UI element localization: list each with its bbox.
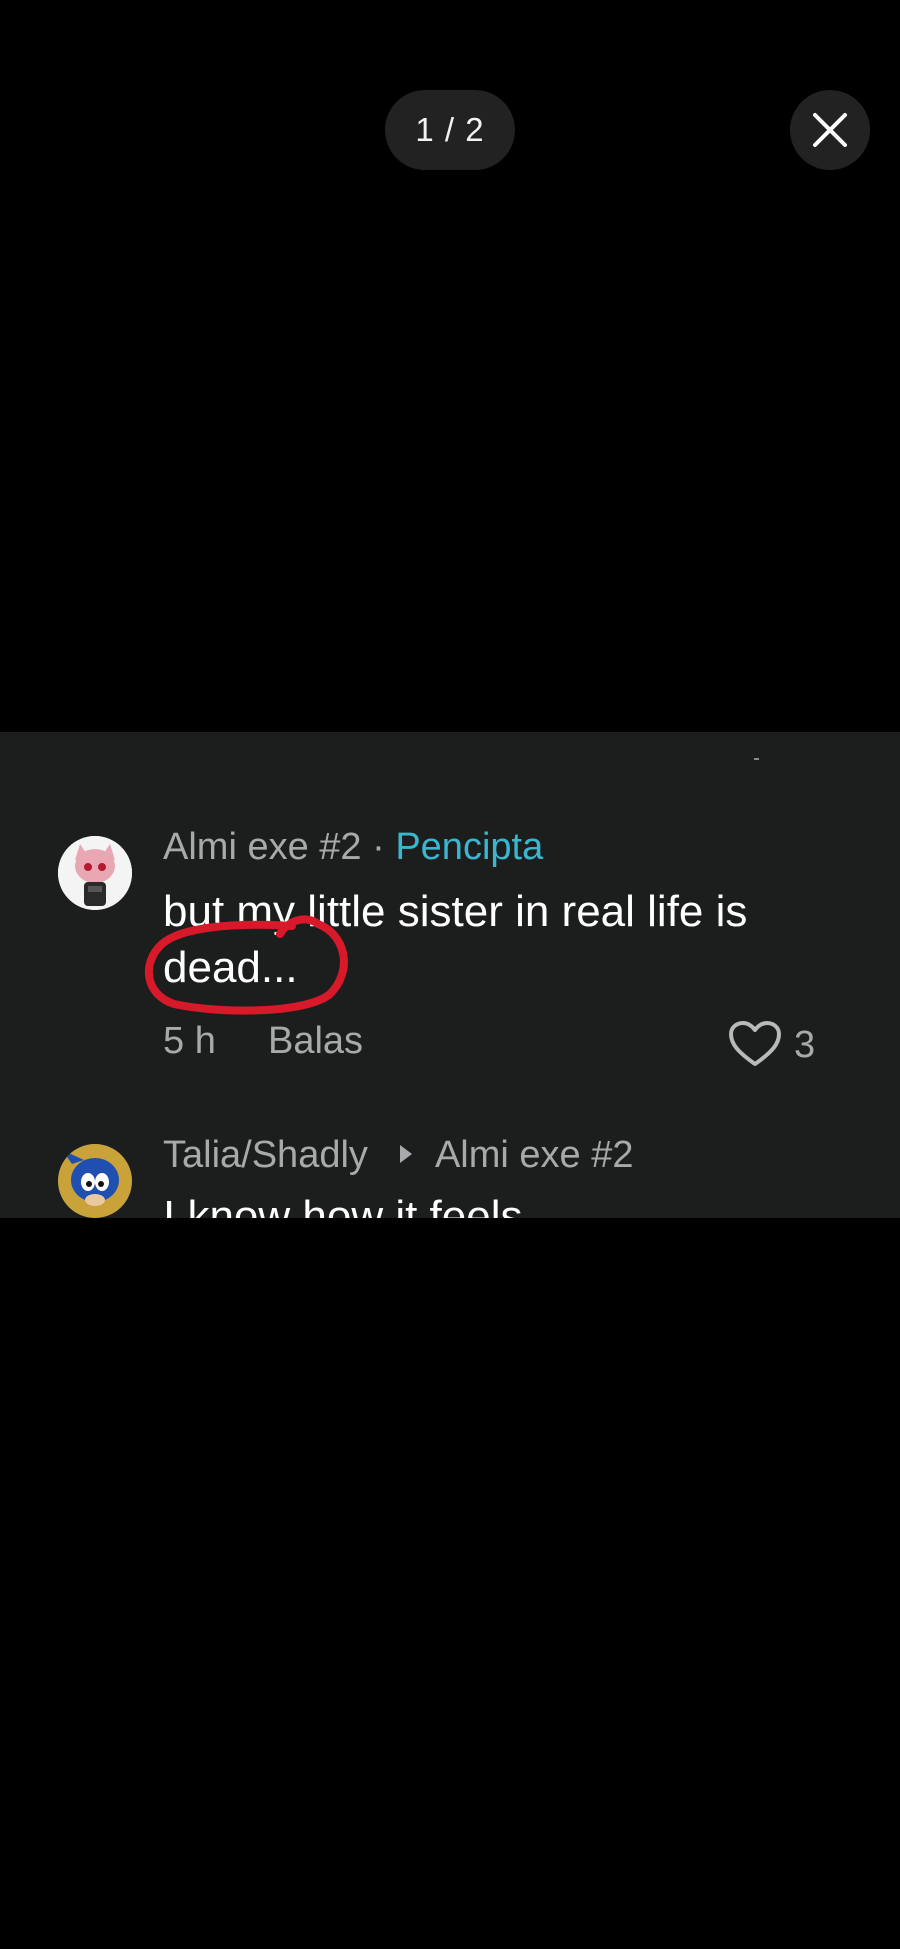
- screenshot-image: Almi exe #2 · Pencipta but my little sis…: [0, 732, 900, 1218]
- close-icon: [813, 113, 847, 147]
- reply-arrow-icon: [400, 1144, 413, 1163]
- creator-tag: Pencipta: [395, 826, 544, 868]
- reply-author[interactable]: Talia/Shadly: [163, 1134, 368, 1176]
- comment-author[interactable]: Almi exe #2: [163, 826, 362, 868]
- avatar: [58, 1144, 132, 1218]
- close-button[interactable]: [790, 90, 870, 170]
- reply-header: Talia/Shadly Almi exe #2: [163, 1134, 633, 1177]
- like-count: 3: [794, 1024, 816, 1066]
- speck: [754, 758, 759, 760]
- image-counter: 1 / 2: [385, 90, 515, 170]
- heart-icon[interactable]: [728, 1020, 782, 1068]
- reply-button[interactable]: Balas: [268, 1020, 363, 1063]
- header-separator: ·: [372, 826, 385, 868]
- comment-text: but my little sister in real life is dea…: [163, 887, 748, 992]
- comment-header: Almi exe #2 · Pencipta: [163, 826, 543, 869]
- avatar: [58, 836, 132, 910]
- reply-text: I know how it feels: [163, 1192, 523, 1218]
- reply-to-author[interactable]: Almi exe #2: [435, 1134, 634, 1176]
- comment-timestamp: 5 h: [163, 1020, 216, 1062]
